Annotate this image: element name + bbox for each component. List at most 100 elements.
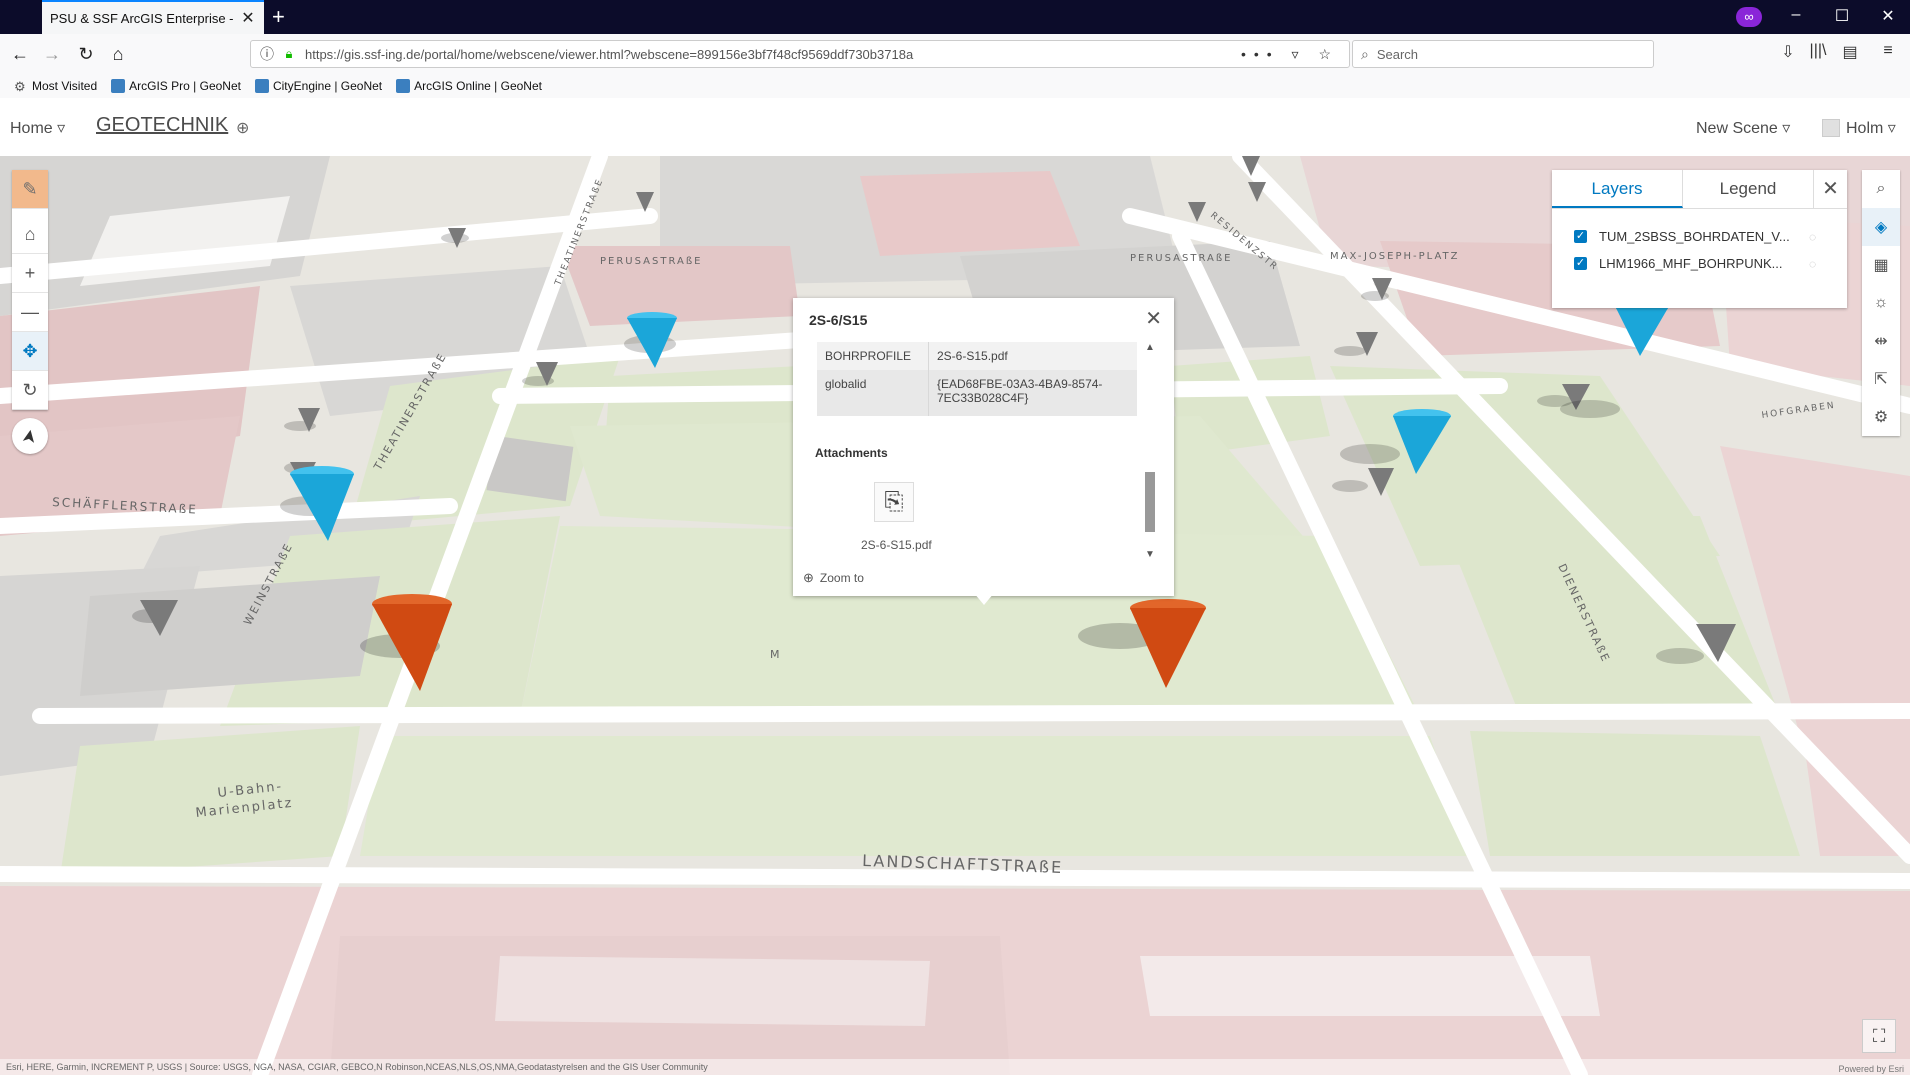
- layer-checkbox[interactable]: ✓: [1574, 257, 1587, 270]
- pdf-attachment[interactable]: ⎘: [874, 482, 914, 522]
- popup-scrollbar[interactable]: ▲ ▼: [1143, 342, 1157, 560]
- share-icon: ⇱: [1874, 371, 1888, 388]
- settings-tool[interactable]: ⚙: [1862, 398, 1900, 436]
- downloads-icon[interactable]: ⇩: [1776, 42, 1800, 62]
- tab-legend[interactable]: Legend: [1683, 170, 1813, 208]
- maximize-icon[interactable]: ☐: [1828, 6, 1856, 26]
- home-menu[interactable]: Home ▿: [10, 118, 65, 138]
- gear-icon: ⚙: [14, 79, 26, 94]
- back-icon[interactable]: ←: [8, 42, 32, 66]
- bookmark-cityengine[interactable]: CityEngine | GeoNet: [254, 79, 383, 93]
- table-row: BOHRPROFILE 2S-6-S15.pdf: [817, 342, 1137, 370]
- globe-icon: [254, 79, 269, 93]
- search-tool[interactable]: ⌕: [1862, 170, 1900, 208]
- compass-icon: ➤: [18, 426, 41, 446]
- attachments-label: Attachments: [815, 446, 888, 460]
- plus-icon: +: [24, 262, 36, 283]
- rotate-tool[interactable]: ↻: [12, 371, 48, 410]
- layers-panel: Layers Legend ✕ ✓ TUM_2SBSS_BOHRDATEN_V.…: [1552, 170, 1847, 308]
- attribution: Esri, HERE, Garmin, INCREMENT P, USGS | …: [0, 1059, 1910, 1075]
- bookmark-label: CityEngine | GeoNet: [272, 79, 383, 93]
- rotate-icon: ↻: [22, 379, 38, 400]
- zoom-out-tool[interactable]: —: [12, 293, 48, 332]
- minus-icon: —: [21, 301, 39, 322]
- fullscreen-button[interactable]: ⛶: [1862, 1019, 1896, 1053]
- zoom-to-button[interactable]: ⊕ Zoom to: [803, 570, 864, 586]
- field-value: 2S-6-S15.pdf: [937, 349, 1008, 363]
- popup-title: 2S-6/S15: [809, 312, 868, 328]
- zoom-in-tool[interactable]: +: [12, 254, 48, 293]
- menu-icon[interactable]: ≡: [1876, 42, 1900, 60]
- edit-tool[interactable]: ✎: [12, 170, 48, 209]
- compass-button[interactable]: ➤: [12, 418, 48, 454]
- pan-icon: ✥: [22, 340, 38, 361]
- layer-checkbox[interactable]: ✓: [1574, 230, 1587, 243]
- globe-icon: [396, 79, 411, 93]
- window-close-icon[interactable]: ✕: [1874, 6, 1902, 26]
- zoom-to-layer-icon[interactable]: ◌: [1809, 257, 1816, 271]
- avatar: [1822, 119, 1840, 137]
- bookmark-most-visited[interactable]: ⚙ Most Visited: [14, 79, 98, 94]
- street-label: MAX-JOSEPH-PLATZ: [1330, 251, 1460, 262]
- user-menu[interactable]: Holm ▿: [1822, 118, 1896, 138]
- url-text[interactable]: https://gis.ssf-ing.de/portal/home/websc…: [305, 47, 1241, 62]
- layers-tool[interactable]: ◈: [1862, 208, 1900, 246]
- globe-icon: [111, 79, 126, 93]
- tab-title: PSU & SSF ArcGIS Enterprise - GEOTECHNIK: [50, 10, 234, 26]
- close-icon[interactable]: ✕: [1145, 306, 1162, 331]
- layer-item[interactable]: ✓ TUM_2SBSS_BOHRDATEN_V... ◌: [1552, 223, 1847, 250]
- app-header: Home ▿ GEOTECHNIK ⊕ New Scene ▿ Holm ▿: [0, 98, 1910, 157]
- home-tool[interactable]: ⌂: [12, 215, 48, 254]
- user-name: Holm ▿: [1846, 120, 1896, 137]
- street-label: PERUSASTRAßE: [1130, 253, 1232, 264]
- library-icon[interactable]: |||\: [1806, 42, 1830, 60]
- globe-icon: ⊕: [236, 120, 250, 137]
- sun-icon: ☼: [1873, 294, 1889, 311]
- popup-pointer: [974, 593, 994, 605]
- bookmark-arcgis-online[interactable]: ArcGIS Online | GeoNet: [396, 79, 542, 93]
- close-icon[interactable]: ✕: [1813, 170, 1847, 208]
- powered-by[interactable]: Powered by Esri: [1838, 1064, 1904, 1074]
- share-tool[interactable]: ⇱: [1862, 360, 1900, 398]
- right-toolbar: ⌕ ◈ ▦ ☼ ⇹ ⇱ ⚙: [1862, 170, 1900, 436]
- scene-title[interactable]: GEOTECHNIK: [96, 114, 228, 137]
- panel-tabs: Layers Legend ✕: [1552, 170, 1847, 209]
- attachment-name[interactable]: 2S-6-S15.pdf: [861, 538, 932, 552]
- layer-name: TUM_2SBSS_BOHRDATEN_V...: [1599, 229, 1789, 244]
- field-name: globalid: [817, 370, 929, 416]
- new-scene-menu[interactable]: New Scene ▿: [1696, 118, 1790, 138]
- zoom-icon: ⊕: [803, 570, 814, 585]
- url-bar[interactable]: ⓘ 🔒︎ https://gis.ssf-ing.de/portal/home/…: [250, 40, 1350, 68]
- info-icon[interactable]: ⓘ: [257, 44, 277, 64]
- search-icon: ⌕: [1876, 180, 1886, 197]
- sidebar-icon[interactable]: ▤: [1838, 42, 1862, 62]
- basemap-tool[interactable]: ▦: [1862, 246, 1900, 284]
- zoom-to-layer-icon[interactable]: ◌: [1809, 230, 1816, 244]
- browser-search-input[interactable]: ⌕ Search: [1352, 40, 1654, 68]
- left-toolbar: ✎ ⌂ + — ✥ ↻: [12, 170, 48, 410]
- measure-tool[interactable]: ⇹: [1862, 322, 1900, 360]
- home-icon: ⌂: [24, 223, 36, 244]
- scene-view[interactable]: PERUSASTRAßE PERUSASTRAßE MAX-JOSEPH-PLA…: [0, 156, 1910, 1075]
- measure-icon: ⇹: [1874, 333, 1888, 350]
- scroll-thumb[interactable]: [1145, 472, 1155, 532]
- bookmark-label: Most Visited: [32, 79, 98, 93]
- minimize-icon[interactable]: –: [1782, 6, 1810, 24]
- forward-icon[interactable]: →: [40, 42, 64, 66]
- pdf-icon: ⎘: [884, 488, 904, 515]
- pan-tool[interactable]: ✥: [12, 332, 48, 371]
- home-icon[interactable]: ⌂: [106, 42, 130, 66]
- field-value: {EAD68FBE-03A3-4BA9-8574-7EC33B028C4F}: [937, 377, 1103, 405]
- new-tab-icon[interactable]: +: [272, 4, 285, 30]
- page-actions-icon[interactable]: ••• ▿ ☆: [1241, 46, 1339, 63]
- scroll-down-icon[interactable]: ▼: [1143, 549, 1157, 560]
- reload-icon[interactable]: ↻: [74, 42, 98, 66]
- zoom-to-label: Zoom to: [819, 571, 864, 585]
- tab-close-icon[interactable]: ✕: [240, 8, 256, 28]
- browser-tab[interactable]: PSU & SSF ArcGIS Enterprise - GEOTECHNIK…: [42, 0, 264, 34]
- daylight-tool[interactable]: ☼: [1862, 284, 1900, 322]
- scroll-up-icon[interactable]: ▲: [1143, 342, 1157, 353]
- layer-item[interactable]: ✓ LHM1966_MHF_BOHRPUNK... ◌: [1552, 250, 1847, 277]
- tab-layers[interactable]: Layers: [1552, 170, 1683, 208]
- bookmark-arcgis-pro[interactable]: ArcGIS Pro | GeoNet: [111, 79, 241, 93]
